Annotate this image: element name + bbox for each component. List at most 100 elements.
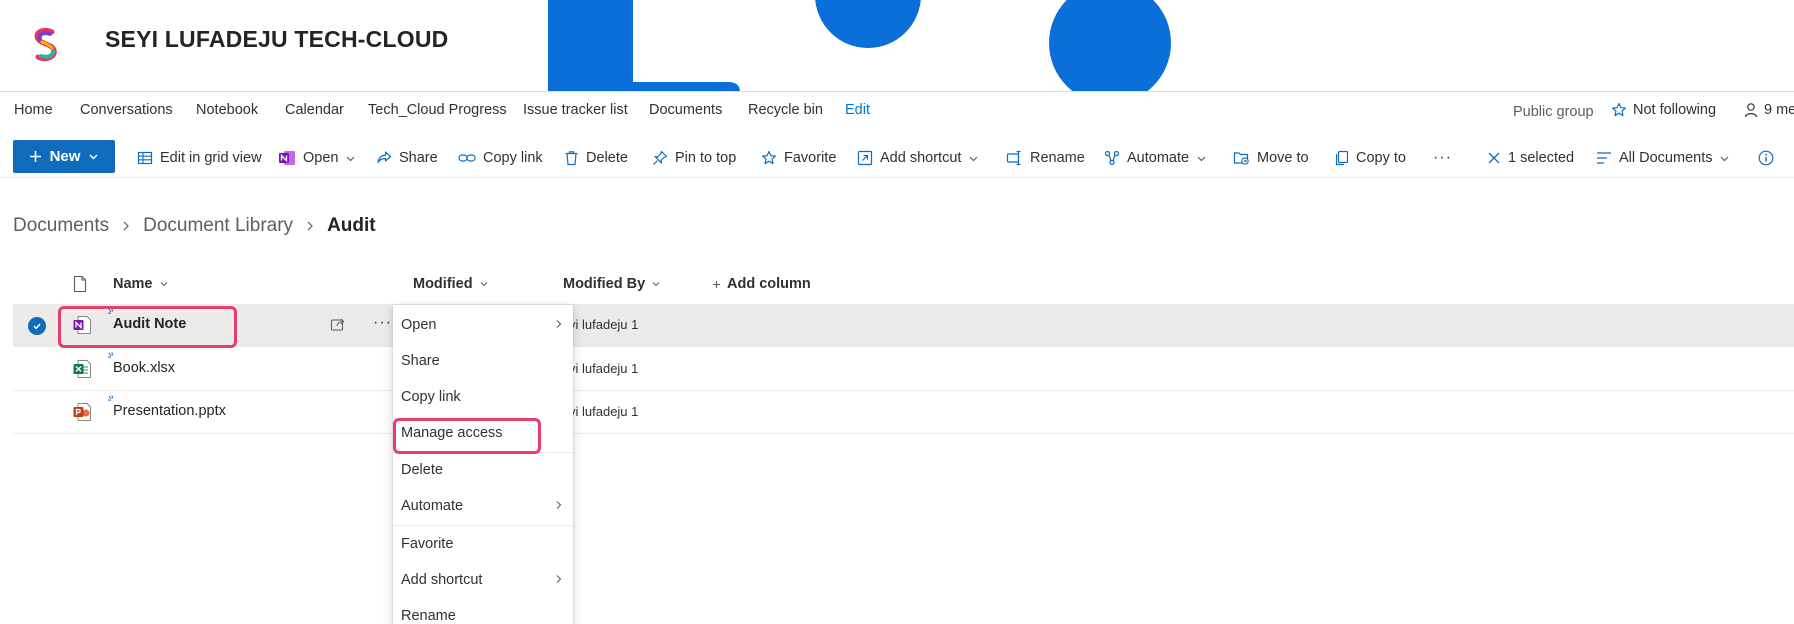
open-label: Open <box>303 150 339 166</box>
delete-label: Delete <box>586 150 628 166</box>
modified-by[interactable]: yi lufadeju 1 <box>569 404 638 419</box>
share-icon <box>377 151 392 164</box>
members-label: 9 me <box>1764 102 1794 118</box>
rename-button[interactable]: Rename <box>1006 146 1085 170</box>
nav-calendar[interactable]: Calendar <box>285 102 344 118</box>
column-header-modified[interactable]: Modified <box>413 276 489 292</box>
nav-home[interactable]: Home <box>14 102 53 118</box>
site-title[interactable]: SEYI LUFADEJU TECH-CLOUD <box>105 26 448 53</box>
file-type-icon[interactable] <box>72 275 88 293</box>
rename-label: Rename <box>1030 150 1085 166</box>
command-bar: New Edit in grid view Open Share Copy li… <box>0 136 1794 178</box>
copy-link-button[interactable]: Copy link <box>458 146 543 170</box>
favorite-label: Favorite <box>784 150 837 166</box>
column-header-name[interactable]: Name <box>113 276 169 292</box>
chevron-down-icon <box>160 282 167 287</box>
column-header-modified-by[interactable]: Modified By <box>563 276 661 292</box>
pin-to-top-label: Pin to top <box>675 150 737 166</box>
copy-to-button[interactable]: Copy to <box>1334 146 1406 170</box>
nav-issue-tracker[interactable]: Issue tracker list <box>523 102 628 118</box>
checkmark-icon[interactable] <box>28 317 46 335</box>
site-logo-icon[interactable] <box>26 24 66 64</box>
link-icon <box>458 154 476 162</box>
menu-item-label: Add shortcut <box>401 572 483 588</box>
chevron-right-icon <box>121 220 131 232</box>
chevron-down-icon <box>969 156 978 161</box>
open-button[interactable]: Open <box>278 146 356 170</box>
menu-item-open[interactable]: Open <box>393 307 573 343</box>
public-group-label: Public group <box>1513 104 1594 120</box>
add-column-button[interactable]: Add column <box>712 276 811 292</box>
favorite-button[interactable]: Favorite <box>761 146 836 170</box>
chevron-right-icon <box>556 575 562 583</box>
follow-button[interactable]: Not following <box>1611 102 1716 118</box>
modified-by[interactable]: yi lufadeju 1 <box>569 317 638 332</box>
more-actions-button[interactable]: ··· <box>1433 146 1452 170</box>
breadcrumb-current-folder: Audit <box>327 215 376 236</box>
more-options-icon[interactable]: ··· <box>373 314 392 332</box>
chevron-down-icon <box>652 282 660 287</box>
modified-by[interactable]: yi lufadeju 1 <box>569 361 638 376</box>
selection-count-label: 1 selected <box>1508 150 1575 166</box>
automate-label: Automate <box>1127 150 1190 166</box>
more-icon: ··· <box>1433 149 1452 166</box>
table-row[interactable]: Audit Note ··· yi lufadeju 1 <box>13 304 1794 347</box>
table-row[interactable]: Book.xlsx yi lufadeju 1 <box>13 348 1794 391</box>
breadcrumb-document-library[interactable]: Document Library <box>143 215 293 237</box>
move-to-button[interactable]: Move to <box>1233 146 1309 170</box>
selection-status-button[interactable]: 1 selected <box>1487 146 1574 170</box>
follow-label: Not following <box>1633 102 1717 118</box>
menu-item-delete[interactable]: Delete <box>393 452 573 488</box>
view-switcher-button[interactable]: All Documents <box>1596 146 1730 170</box>
share-icon[interactable] <box>330 316 346 332</box>
shortcut-icon <box>857 150 873 166</box>
chevron-right-icon <box>305 220 315 232</box>
menu-item-add-shortcut[interactable]: Add shortcut <box>393 562 573 598</box>
info-icon <box>1758 150 1774 166</box>
menu-item-rename[interactable]: Rename <box>393 598 573 624</box>
highlight-box-manage-access <box>393 418 541 454</box>
nav-notebook[interactable]: Notebook <box>196 102 258 118</box>
chevron-down-icon <box>347 156 355 161</box>
members-button[interactable]: 9 me <box>1744 102 1794 118</box>
chevron-down-icon <box>1197 156 1206 161</box>
nav-conversations[interactable]: Conversations <box>80 102 173 118</box>
new-button[interactable]: New <box>13 140 115 173</box>
nav-tech-cloud-progress[interactable]: Tech_Cloud Progress <box>368 102 507 118</box>
pin-icon <box>653 150 668 165</box>
share-label: Share <box>399 150 438 166</box>
breadcrumb-documents[interactable]: Documents <box>13 215 109 237</box>
automate-button[interactable]: Automate <box>1104 146 1207 170</box>
chevron-down-icon <box>1721 156 1729 161</box>
menu-item-copy-link[interactable]: Copy link <box>393 379 573 415</box>
add-column-label: Add column <box>727 276 811 292</box>
file-name[interactable]: Presentation.pptx <box>113 403 226 419</box>
nav-documents[interactable]: Documents <box>649 102 722 118</box>
menu-item-label: Copy link <box>401 389 461 405</box>
copy-to-label: Copy to <box>1356 150 1406 166</box>
breadcrumb: Documents Document Library Audit <box>13 215 376 237</box>
nav-recycle-bin[interactable]: Recycle bin <box>748 102 823 118</box>
table-row[interactable]: Presentation.pptx yi lufadeju 1 <box>13 391 1794 434</box>
delete-button[interactable]: Delete <box>564 146 628 170</box>
copy-icon <box>1335 150 1349 166</box>
site-header: SEYI LUFADEJU TECH-CLOUD <box>0 0 1794 92</box>
info-button[interactable] <box>1758 146 1774 170</box>
add-shortcut-button[interactable]: Add shortcut <box>857 146 979 170</box>
chevron-right-icon <box>556 320 562 328</box>
plus-icon <box>713 280 720 288</box>
edit-grid-view-label: Edit in grid view <box>160 150 262 166</box>
star-icon <box>762 150 776 165</box>
menu-item-label: Share <box>401 353 440 369</box>
onenote-icon <box>279 151 295 165</box>
share-button[interactable]: Share <box>376 146 438 170</box>
menu-item-automate[interactable]: Automate <box>393 488 573 524</box>
menu-item-favorite[interactable]: Favorite <box>393 526 573 562</box>
edit-grid-view-button[interactable]: Edit in grid view <box>137 146 262 170</box>
plus-icon <box>29 151 41 162</box>
pin-to-top-button[interactable]: Pin to top <box>652 146 736 170</box>
trash-icon <box>565 151 578 166</box>
nav-edit-link[interactable]: Edit <box>845 102 870 118</box>
menu-item-share[interactable]: Share <box>393 343 573 379</box>
file-name[interactable]: Book.xlsx <box>113 360 175 376</box>
